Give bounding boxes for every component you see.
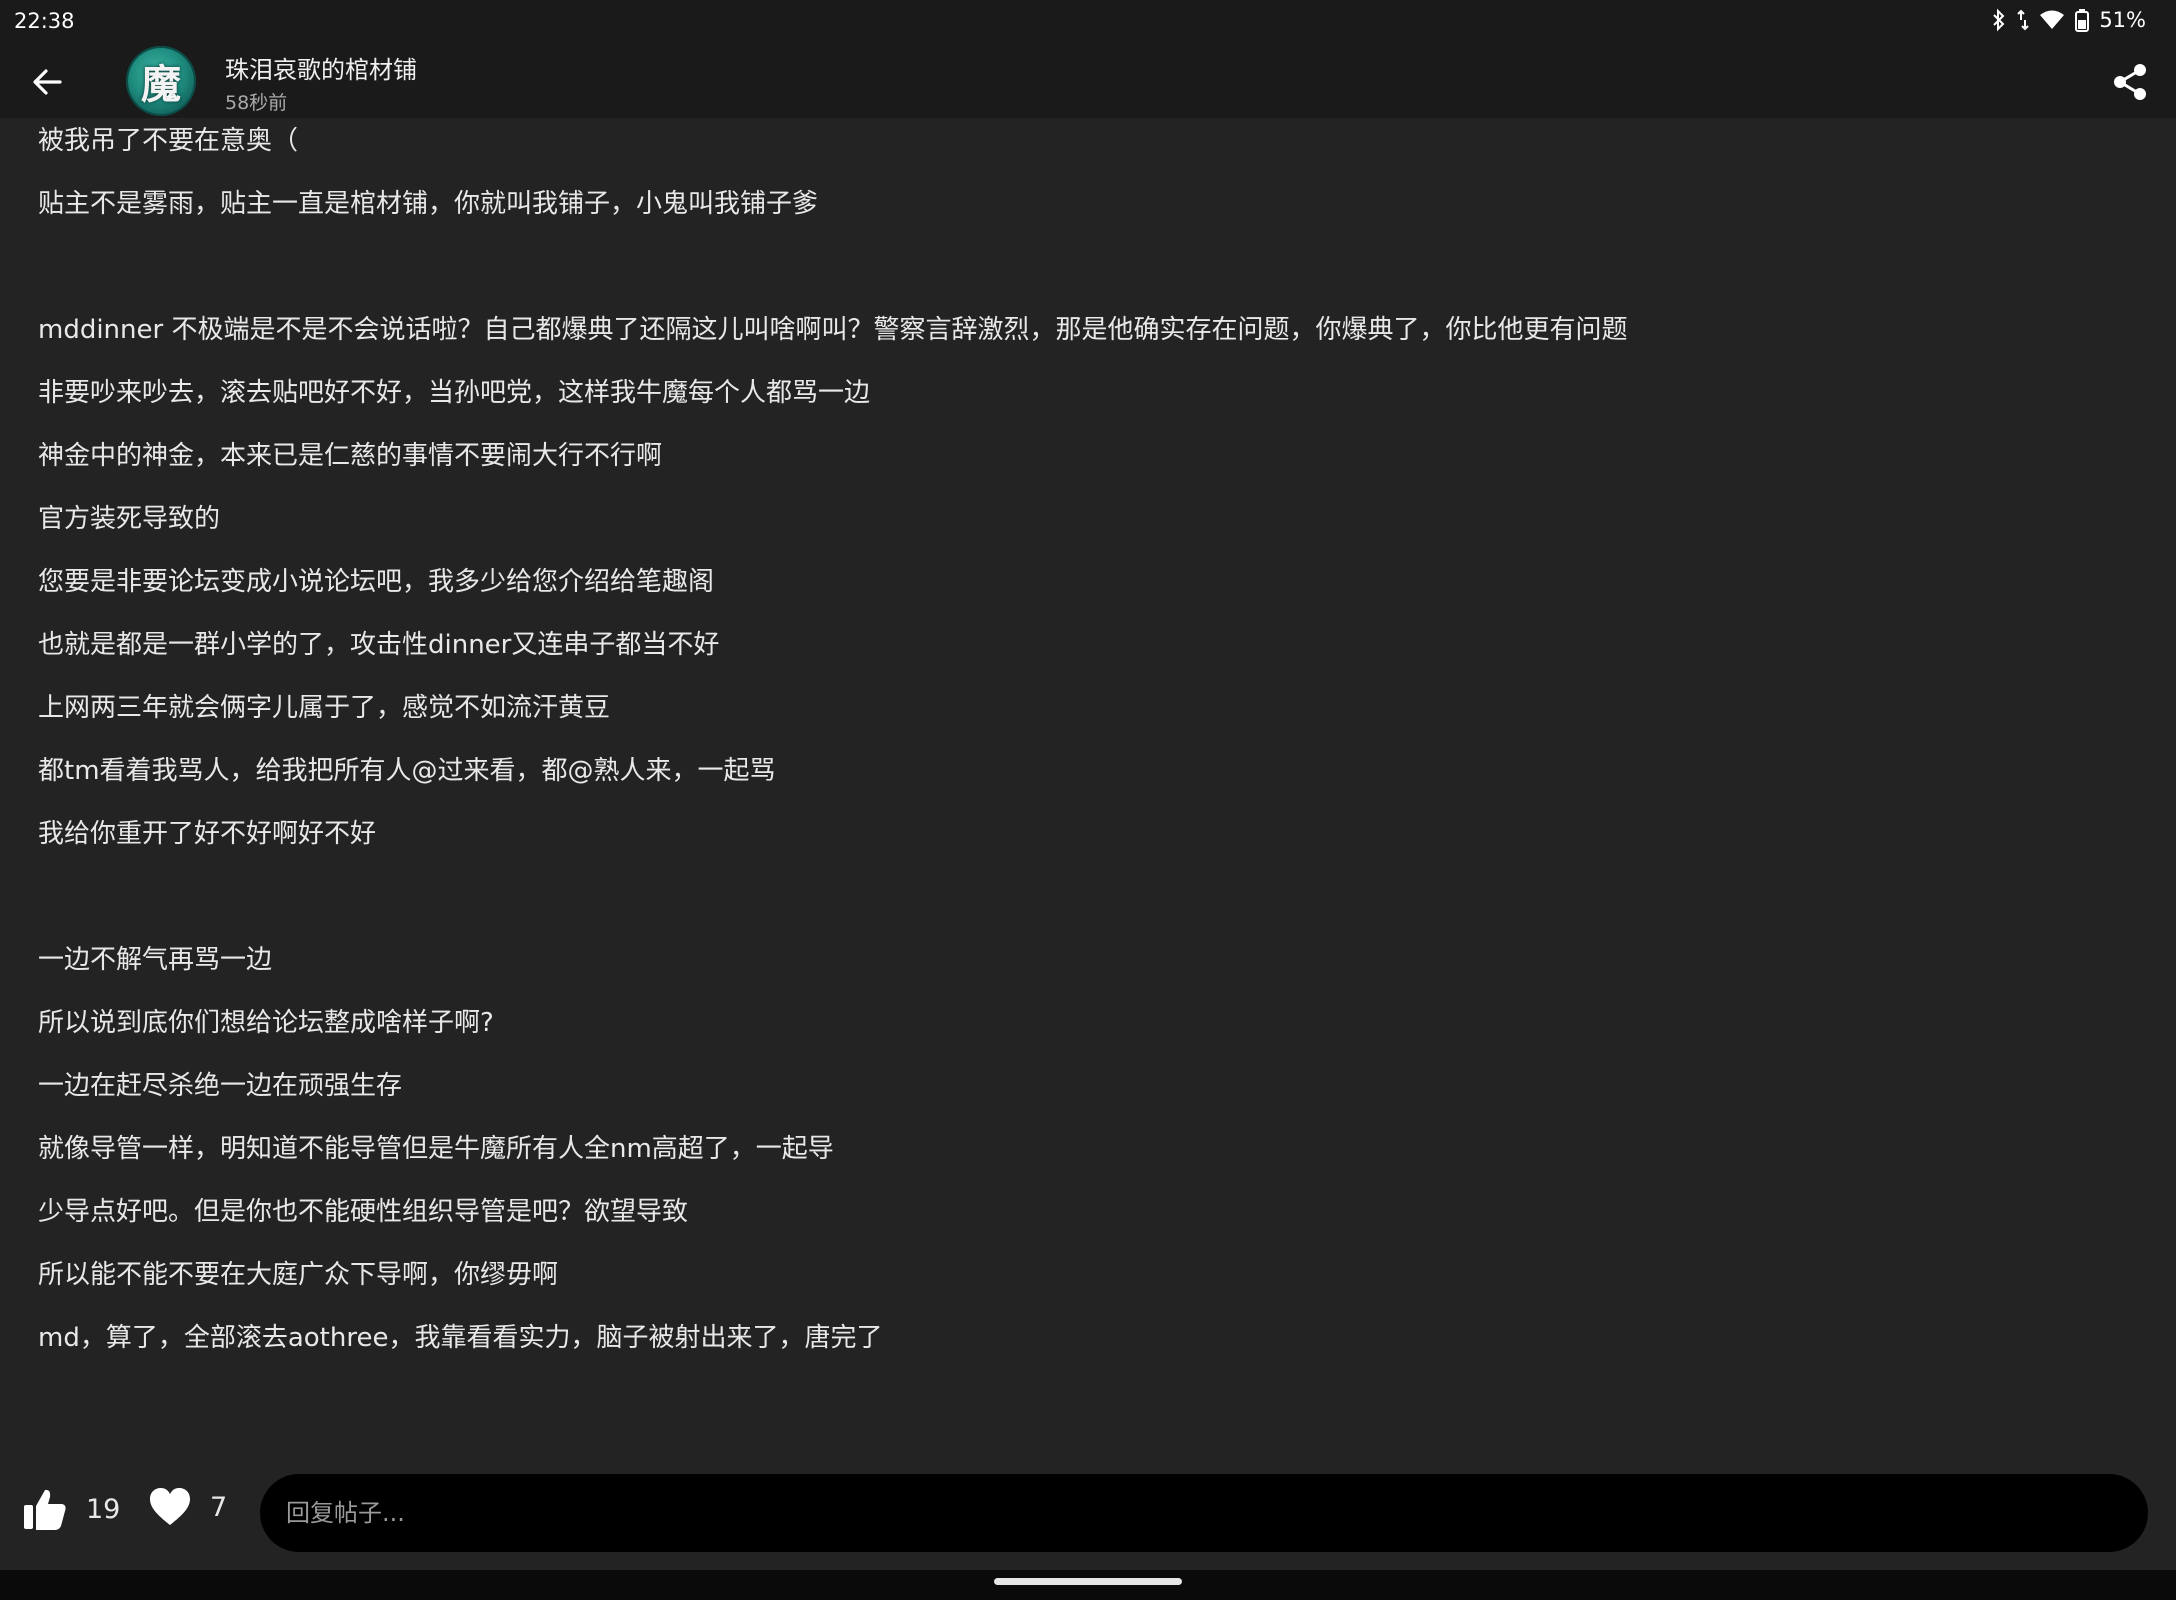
post-line: 都tm看着我骂人，给我把所有人@过来看，都@熟人来，一起骂 <box>38 756 776 786</box>
post-line: 也就是都是一群小学的了，攻击性dinner又连串子都当不好 <box>38 630 720 660</box>
post-line: 一边在赶尽杀绝一边在顽强生存 <box>38 1071 403 1101</box>
status-icons: 51% <box>1991 8 2146 32</box>
post-line: 神金中的神金，本来已是仁慈的事情不要闹大行不行啊 <box>38 441 663 471</box>
post-line: 一边不解气再骂一边 <box>38 945 273 975</box>
share-icon <box>2114 64 2146 100</box>
post-line: md，算了，全部滚去aothree，我靠看看实力，脑子被射出来了，唐完了 <box>38 1323 883 1353</box>
post-line: 被我吊了不要在意奥（ <box>38 126 299 156</box>
share-button[interactable] <box>2106 58 2154 106</box>
author-name[interactable]: 珠泪哀歌的棺材铺 <box>225 50 417 85</box>
heart-icon <box>150 1488 190 1525</box>
system-nav-bar <box>0 1570 2176 1600</box>
bluetooth-icon <box>1991 8 2007 32</box>
post-content: 被我吊了不要在意奥（ 贴主不是雾雨，贴主一直是棺材铺，你就叫我铺子，小鬼叫我铺子… <box>38 118 2138 1378</box>
post-header: 魔 珠泪哀歌的棺材铺 58秒前 <box>0 42 2176 118</box>
status-bar: 22:38 51% <box>0 0 2176 42</box>
avatar-glyph: 魔 <box>141 61 181 108</box>
post-line: mddinner 不极端是不是不会说话啦？自己都爆典了还隔这儿叫啥啊叫？警察言辞… <box>38 315 1628 345</box>
post-line: 非要吵来吵去，滚去贴吧好不好，当孙吧党，这样我牛魔每个人都骂一边 <box>38 378 871 408</box>
post-line: 贴主不是雾雨，贴主一直是棺材铺，你就叫我铺子，小鬼叫我铺子爹 <box>38 189 819 219</box>
thumbs-up-icon <box>24 1489 66 1530</box>
post-line-blank <box>38 244 2138 307</box>
post-line-blank <box>38 874 2138 937</box>
wifi-icon <box>2039 9 2065 31</box>
favorite-count: 7 <box>210 1491 228 1523</box>
reply-input[interactable] <box>260 1474 2148 1552</box>
post-time: 58秒前 <box>225 92 288 114</box>
back-button[interactable] <box>22 56 74 108</box>
post-line: 我给你重开了好不好啊好不好 <box>38 819 377 849</box>
post-line: 就像导管一样，明知道不能导管但是牛魔所有人全nm高超了，一起导 <box>38 1134 834 1164</box>
post-line: 所以说到底你们想给论坛整成啥样子啊? <box>38 1008 494 1038</box>
battery-percent: 51% <box>2099 8 2146 32</box>
post-line: 官方装死导致的 <box>38 504 221 534</box>
like-count: 19 <box>86 1493 121 1525</box>
home-indicator[interactable] <box>994 1578 1182 1585</box>
like-button[interactable]: 19 <box>22 1486 120 1532</box>
favorite-button[interactable]: 7 <box>148 1486 227 1528</box>
post-line: 少导点好吧。但是你也不能硬性组织导管是吧？欲望导致 <box>38 1197 689 1227</box>
avatar[interactable]: 魔 <box>126 46 196 116</box>
post-line: 您要是非要论坛变成小说论坛吧，我多少给您介绍给笔趣阁 <box>38 567 715 597</box>
post-line: 所以能不能不要在大庭广众下导啊，你缪毋啊 <box>38 1260 559 1290</box>
status-time: 22:38 <box>14 9 75 33</box>
arrow-left-icon <box>33 69 62 95</box>
data-arrows-icon <box>2017 8 2030 32</box>
reply-bar: 19 7 <box>0 1460 2176 1570</box>
battery-icon <box>2075 8 2090 32</box>
post-line: 上网两三年就会俩字儿属于了，感觉不如流汗黄豆 <box>38 693 611 723</box>
